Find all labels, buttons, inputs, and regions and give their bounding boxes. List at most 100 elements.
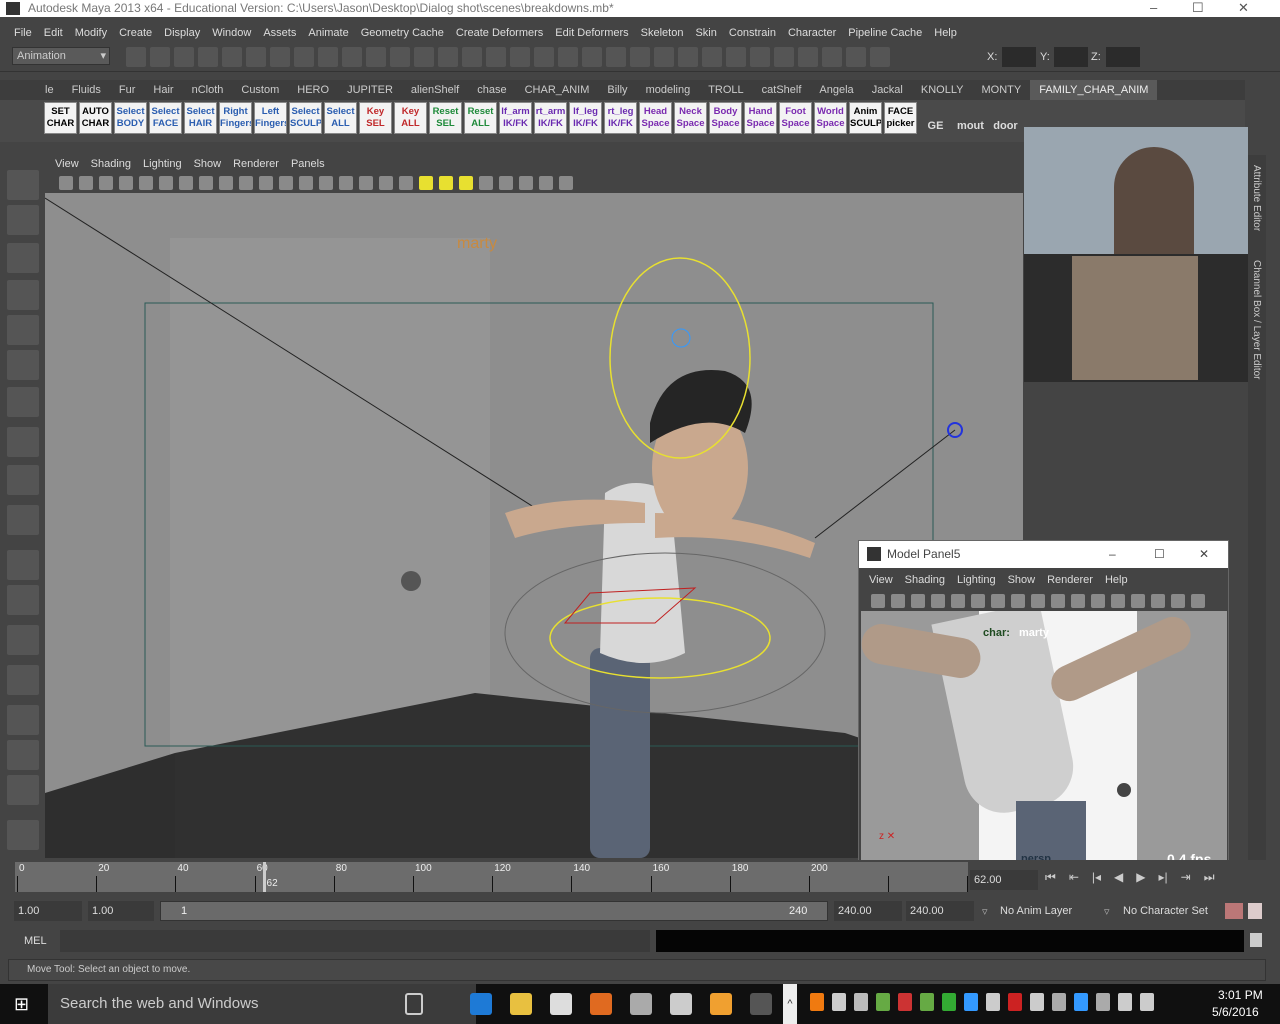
viewport-tool-icon[interactable]: [119, 176, 133, 190]
start-time-field[interactable]: 1.00: [14, 901, 82, 921]
z-field[interactable]: [1106, 47, 1140, 67]
tray-expand-icon[interactable]: ^: [783, 984, 797, 1024]
tray-icon[interactable]: [986, 993, 1000, 1011]
shelf-button[interactable]: FACE picker: [884, 102, 917, 134]
x-field[interactable]: [1002, 47, 1036, 67]
menu-assets[interactable]: Assets: [257, 24, 302, 42]
mel-label[interactable]: MEL: [24, 935, 47, 947]
toolbar-icon[interactable]: [222, 47, 242, 67]
model-panel-menu-help[interactable]: Help: [1099, 571, 1134, 589]
panel-tool-icon[interactable]: [951, 594, 965, 608]
shelf-button[interactable]: SET CHAR: [44, 102, 77, 134]
viewport-menu-view[interactable]: View: [49, 155, 85, 173]
shelf-button[interactable]: Reset SEL: [429, 102, 462, 134]
shelf-tab[interactable]: HERO: [288, 80, 338, 100]
toolbar-icon[interactable]: [438, 47, 458, 67]
go-to-end-icon[interactable]: ⏭: [1204, 870, 1215, 890]
layout-icon[interactable]: [7, 505, 39, 535]
time-slider[interactable]: 02040608010012014016018020062 62.00 ⏮⇤|◂…: [0, 860, 1280, 896]
model-panel-menu-lighting[interactable]: Lighting: [951, 571, 1002, 589]
shelf-tab[interactable]: MONTY: [972, 80, 1030, 100]
viewport-tool-icon[interactable]: [459, 176, 473, 190]
toolbar-icon[interactable]: [198, 47, 218, 67]
close-button[interactable]: ✕: [1199, 541, 1209, 568]
minimize-button[interactable]: –: [1109, 541, 1116, 568]
go-to-start-icon[interactable]: ⏮: [1045, 870, 1056, 890]
panel-tool-icon[interactable]: [991, 594, 1005, 608]
menu-skeleton[interactable]: Skeleton: [635, 24, 690, 42]
panel-tool-icon[interactable]: [1071, 594, 1085, 608]
tray-icon[interactable]: [1008, 993, 1022, 1011]
menu-edit[interactable]: Edit: [38, 24, 69, 42]
toolbar-icon[interactable]: [366, 47, 386, 67]
shelf-tab[interactable]: FAMILY_CHAR_ANIM: [1030, 80, 1158, 100]
panel-tool-icon[interactable]: [911, 594, 925, 608]
soft-mod-icon[interactable]: [7, 427, 39, 457]
shelf-icon-door[interactable]: door: [989, 102, 1022, 134]
shelf-button[interactable]: AUTO CHAR: [79, 102, 112, 134]
toolbar-icon[interactable]: [246, 47, 266, 67]
toolbar-icon[interactable]: [870, 47, 890, 67]
firefox-icon[interactable]: [590, 993, 612, 1015]
panel-tool-icon[interactable]: [1131, 594, 1145, 608]
toolbar-icon[interactable]: [390, 47, 410, 67]
viewport-tool-icon[interactable]: [199, 176, 213, 190]
toolbar-icon[interactable]: [534, 47, 554, 67]
viewport-tool-icon[interactable]: [99, 176, 113, 190]
tray-icon[interactable]: [1030, 993, 1044, 1011]
tray-icon[interactable]: [964, 993, 978, 1011]
tray-icon[interactable]: [1140, 993, 1154, 1011]
menu-create[interactable]: Create: [113, 24, 158, 42]
menu-skin[interactable]: Skin: [689, 24, 722, 42]
sculpt-icon[interactable]: [7, 820, 39, 850]
menu-constrain[interactable]: Constrain: [723, 24, 782, 42]
toolbar-icon[interactable]: [294, 47, 314, 67]
shelf-button[interactable]: Neck Space: [674, 102, 707, 134]
shelf-tab[interactable]: Hair: [144, 80, 182, 100]
tray-icon[interactable]: [810, 993, 824, 1011]
step-back-key-icon[interactable]: ⇤: [1069, 870, 1079, 890]
viewport-tool-icon[interactable]: [79, 176, 93, 190]
step-forward-icon[interactable]: ▸|: [1158, 870, 1167, 890]
shelf-tab[interactable]: Fluids: [63, 80, 110, 100]
shelf-tab[interactable]: chase: [468, 80, 515, 100]
menu-file[interactable]: File: [8, 24, 38, 42]
menu-geometry-cache[interactable]: Geometry Cache: [355, 24, 450, 42]
menu-animate[interactable]: Animate: [302, 24, 354, 42]
shelf-button[interactable]: World Space: [814, 102, 847, 134]
menu-help[interactable]: Help: [928, 24, 963, 42]
panel-tool-icon[interactable]: [1091, 594, 1105, 608]
model-panel-view[interactable]: char: marty persp 0.4 fps z ✕: [861, 611, 1227, 873]
shelf-tab[interactable]: CHAR_ANIM: [516, 80, 599, 100]
toolbar-icon[interactable]: [414, 47, 434, 67]
menu-edit-deformers[interactable]: Edit Deformers: [549, 24, 634, 42]
attribute-editor-tab[interactable]: Attribute Editor: [1251, 165, 1262, 231]
toolbar-icon[interactable]: [606, 47, 626, 67]
tray-icon[interactable]: [1074, 993, 1088, 1011]
toolbar-icon[interactable]: [678, 47, 698, 67]
toolbar-icon[interactable]: [726, 47, 746, 67]
shelf-button[interactable]: Key ALL: [394, 102, 427, 134]
viewport-tool-icon[interactable]: [259, 176, 273, 190]
shelf-tab[interactable]: catShelf: [753, 80, 811, 100]
toolbar-icon[interactable]: [750, 47, 770, 67]
file-explorer-icon[interactable]: [510, 993, 532, 1015]
model-panel-menu-shading[interactable]: Shading: [899, 571, 951, 589]
character-set-dropdown[interactable]: No Character Set: [1123, 905, 1208, 917]
edge-icon[interactable]: [470, 993, 492, 1015]
tray-icon[interactable]: [942, 993, 956, 1011]
shelf-button[interactable]: Hand Space: [744, 102, 777, 134]
toolbar-icon[interactable]: [558, 47, 578, 67]
model-panel-menu-view[interactable]: View: [863, 571, 899, 589]
viewport-tool-icon[interactable]: [479, 176, 493, 190]
anim-layer-dropdown[interactable]: No Anim Layer: [1000, 905, 1072, 917]
sketch-app-icon[interactable]: [710, 993, 732, 1015]
toolbar-icon[interactable]: [342, 47, 362, 67]
tray-icon[interactable]: [920, 993, 934, 1011]
viewport-tool-icon[interactable]: [59, 176, 73, 190]
time-ruler[interactable]: 02040608010012014016018020062: [15, 862, 969, 892]
hypershade-layout-icon[interactable]: [7, 740, 39, 770]
shelf-tab[interactable]: le: [36, 80, 63, 100]
outliner-layout-icon[interactable]: [7, 625, 39, 655]
shelf-button[interactable]: Select HAIR: [184, 102, 217, 134]
